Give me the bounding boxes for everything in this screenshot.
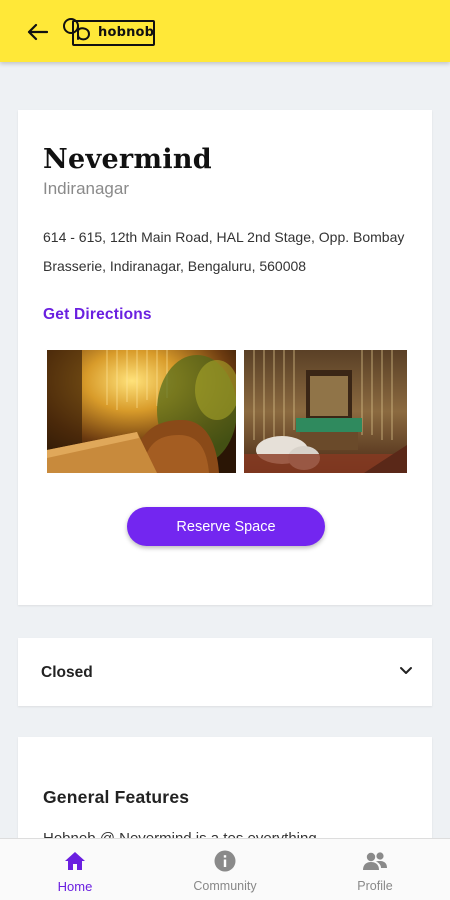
back-button[interactable] [22, 18, 52, 46]
features-title: General Features [43, 787, 190, 807]
bottom-navigation: Home Community Profile [0, 838, 450, 900]
nav-community-label: Community [193, 879, 257, 893]
venue-card: Nevermind Indiranagar 614 - 615, 12th Ma… [18, 110, 432, 605]
hobnob-logo: hobnob [62, 17, 158, 47]
info-icon [214, 850, 236, 872]
people-icon [363, 852, 387, 870]
app-header: hobnob [0, 0, 450, 62]
venue-photo-1[interactable] [47, 350, 236, 473]
get-directions-link[interactable]: Get Directions [43, 306, 152, 324]
reserve-space-button[interactable]: Reserve Space [127, 507, 325, 546]
logo-mark-icon [63, 18, 91, 41]
nav-home[interactable]: Home [0, 839, 150, 900]
home-icon [65, 852, 85, 870]
venue-address: 614 - 615, 12th Main Road, HAL 2nd Stage… [43, 229, 405, 274]
arrow-left-icon [27, 23, 48, 41]
nav-community[interactable]: Community [150, 839, 300, 900]
venue-photo-2[interactable] [244, 350, 407, 473]
nav-profile-label: Profile [357, 879, 393, 893]
chevron-down-icon [400, 667, 412, 674]
nav-home-label: Home [57, 879, 93, 894]
venue-name: Nevermind [43, 144, 212, 175]
hours-status: Closed [41, 664, 93, 681]
venue-area: Indiranagar [43, 179, 130, 198]
logo-wordmark: hobnob [98, 25, 155, 40]
nav-profile[interactable]: Profile [300, 839, 450, 900]
hours-accordion[interactable]: Closed [18, 638, 432, 706]
